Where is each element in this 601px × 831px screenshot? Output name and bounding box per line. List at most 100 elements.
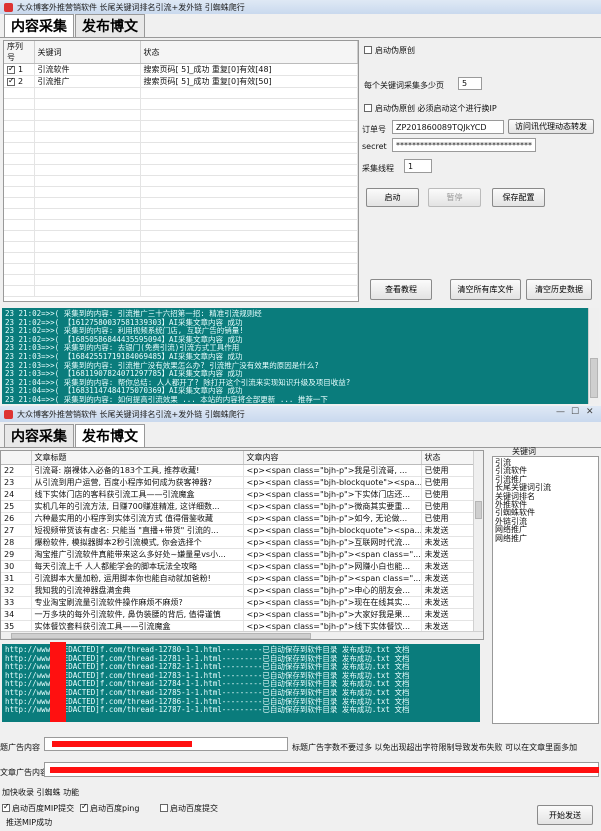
keyword-item[interactable]: 网络推广 — [495, 534, 596, 543]
scroll-thumb[interactable] — [11, 633, 311, 639]
row-status: 未发送 — [421, 584, 476, 597]
col-header-index[interactable]: 序列号 — [4, 41, 35, 64]
order-input[interactable]: ZP201860089TQJkYCD — [392, 120, 504, 134]
baidu-ping-checkbox[interactable] — [80, 802, 88, 812]
table-row[interactable]: 26 六种最实用的小程序到实体引流方式 值得借鉴收藏 <p><span class=… — [1, 512, 476, 525]
maximize-icon[interactable]: ☐ — [571, 407, 579, 417]
table-row[interactable]: 30 每天引流上千 人人都能学会的脚本玩法全攻略 <p><span class="b… — [1, 560, 476, 573]
keyword-table[interactable]: 序列号 关键词 状态 1引流软件搜索页码[ 5]_成功 重复[0]有效[48]2… — [3, 40, 359, 302]
minimize-icon[interactable]: — — [556, 407, 565, 417]
baidu-submit-checkbox[interactable] — [160, 804, 168, 812]
empty-row — [4, 87, 358, 99]
start-button[interactable]: 启动 — [366, 188, 419, 207]
col-header-index[interactable] — [1, 451, 32, 465]
visit-proxy-button[interactable]: 访问讯代理动态转发 — [508, 119, 594, 134]
empty-cell — [4, 208, 35, 220]
secret-label: secret — [362, 142, 387, 151]
order-label: 订单号 — [362, 125, 386, 134]
table-row[interactable]: 31 引流脚本大量加粉, 运用脚本你也能自动就加爸粉! <p><span class… — [1, 572, 476, 585]
empty-cell — [4, 263, 35, 275]
row-content: <p><span class="bjh-blockquote"><spa... — [243, 524, 422, 537]
empty-cell — [34, 153, 141, 165]
col-header-content[interactable]: 文章内容 — [243, 451, 422, 465]
scroll-thumb[interactable] — [475, 501, 482, 519]
collect-log-scrollbar[interactable] — [588, 308, 599, 404]
empty-cell — [140, 98, 358, 110]
empty-row — [4, 153, 358, 165]
article-table[interactable]: 文章标题 文章内容 状态 22 引流哥: 崩裸体入必备的183个工具, 推荐收藏!… — [0, 450, 484, 640]
table-row[interactable]: 34 一万多块的每外引流软件, 鼻伪装腰的背后, 值得谨慎 <p><span cla… — [1, 608, 476, 621]
empty-cell — [140, 285, 358, 297]
clear-history-button[interactable]: 清空历史数据 — [526, 279, 592, 300]
empty-cell — [4, 109, 35, 121]
baidu-mip-checkbox[interactable] — [2, 802, 10, 812]
save-config-button[interactable]: 保存配置 — [492, 188, 545, 207]
row-title: 一万多块的每外引流软件, 鼻伪装腰的背后, 值得谨慎 — [31, 608, 244, 621]
empty-cell — [4, 142, 35, 154]
pseudo-original-ip-label: 启动伪原创 必须启动这个进行换IP — [375, 104, 497, 113]
row-title: 从引流到用户运营, 百度小程序如何成为获客神器? — [31, 476, 244, 489]
empty-cell — [34, 98, 141, 110]
start-send-button[interactable]: 开始发送 — [537, 805, 593, 825]
empty-cell — [34, 208, 141, 220]
function-label: 加快收录 引蜘蛛 功能 — [2, 788, 80, 797]
secret-input[interactable]: ********************************** — [392, 138, 536, 152]
empty-cell — [34, 175, 141, 187]
title-bar: 大众博客外推营销软件 长尾关键词排名引流+发外链 引蜘蛛爬行 — ☐ ✕ — [0, 406, 601, 422]
table-row[interactable]: 2 引流推广搜索页码[ 5]_成功 重复[0]有效[50] — [4, 75, 358, 88]
tab-publish-blog[interactable]: 发布博文 — [75, 14, 145, 37]
collect-log[interactable]: 23 21:02=>>( 采集到的内容: 引流推广三十六招第一招: 精准引流规则… — [2, 308, 588, 404]
empty-row — [4, 274, 358, 286]
table-row[interactable]: 28 爆粉软件, 模拟器脚本2秒引流模式, 你会选择个 <p><span class… — [1, 536, 476, 549]
table-row[interactable]: 27 短视频带货该有虚名: 只能当 "直播+带货" 引流的... <p><span … — [1, 524, 476, 537]
table-row[interactable]: 22 引流哥: 崩裸体入必备的183个工具, 推荐收藏! <p><span clas… — [1, 464, 476, 477]
pseudo-original-ip-checkbox[interactable] — [364, 104, 372, 112]
col-header-keyword[interactable]: 关键词 — [34, 41, 141, 64]
pause-button[interactable]: 暂停 — [428, 188, 481, 207]
row-title: 我知我的引流神器盘满金典 — [31, 584, 244, 597]
col-header-status[interactable]: 状态 — [140, 41, 358, 64]
empty-cell — [34, 142, 141, 154]
table-v-scrollbar[interactable] — [473, 451, 483, 631]
baidu-ping-label: 启动百度ping — [90, 804, 140, 813]
threads-input[interactable]: 1 — [404, 159, 432, 173]
row-content: <p><span class="bjh-blockquote"><spa... — [243, 476, 422, 489]
table-row[interactable]: 33 专业淘宝刷流量引流软件操作麻烦不麻烦? <p><span class="bjh… — [1, 596, 476, 609]
pseudo-original-checkbox[interactable] — [364, 46, 372, 54]
row-index: 27 — [1, 524, 32, 537]
table-row[interactable]: 25 实机几年的引流方法, 日赚700赚准精准, 这详细数... <p><span … — [1, 500, 476, 513]
keyword-list[interactable]: 引流 引流软件 引流推广 长尾关键词引流 关键词排名 外推软件 引蜘蛛软件 外链引流 网络推广网… — [492, 456, 599, 724]
empty-cell — [140, 142, 358, 154]
empty-cell — [34, 252, 141, 264]
app-icon — [4, 2, 13, 12]
table-row[interactable]: 32 我知我的引流神器盘满金典 <p><span class="bjh-p">申心的… — [1, 584, 476, 597]
table-row[interactable]: 29 淘宝推广引流软件真能带来这么多好处~嫌量星vs小... <p><span cl… — [1, 548, 476, 561]
pages-input[interactable]: 5 — [458, 77, 482, 90]
empty-cell — [34, 186, 141, 198]
col-header-status[interactable]: 状态 — [421, 451, 476, 465]
empty-cell — [34, 131, 141, 143]
row-checkbox[interactable] — [7, 64, 15, 74]
empty-row — [4, 98, 358, 110]
tab-content-collect[interactable]: 内容采集 — [4, 424, 74, 447]
table-row[interactable]: 23 从引流到用户运营, 百度小程序如何成为获客神器? <p><span class… — [1, 476, 476, 489]
publish-log[interactable]: http://www.[REDACTED]f.com/thread-12780-… — [2, 644, 480, 722]
row-checkbox[interactable] — [7, 76, 15, 86]
row-content: <p><span class="bjh-p">大家好我是果... — [243, 608, 422, 621]
row-title: 爆粉软件, 模拟器脚本2秒引流模式, 你会选择个 — [31, 536, 244, 549]
tab-publish-blog[interactable]: 发布博文 — [75, 424, 145, 447]
close-icon[interactable]: ✕ — [586, 407, 594, 417]
table-h-scrollbar[interactable] — [1, 631, 483, 639]
clear-all-library-button[interactable]: 清空所有库文件 — [450, 279, 521, 300]
row-status: 未发送 — [421, 560, 476, 573]
row-title: 六种最实用的小程序到实体引流方式 值得借鉴收藏 — [31, 512, 244, 525]
empty-row — [4, 208, 358, 220]
col-header-title[interactable]: 文章标题 — [31, 451, 244, 465]
empty-row — [4, 131, 358, 143]
scroll-thumb[interactable] — [590, 358, 598, 398]
tab-content-collect[interactable]: 内容采集 — [4, 14, 74, 37]
empty-cell — [34, 285, 141, 297]
table-row[interactable]: 1 引流软件搜索页码[ 5]_成功 重复[0]有效[48] — [4, 63, 358, 76]
table-row[interactable]: 24 线下实体门店的客料获引流工具——引流魔盒 <p><span class="bj… — [1, 488, 476, 501]
view-tutorial-button[interactable]: 查看教程 — [370, 279, 432, 300]
